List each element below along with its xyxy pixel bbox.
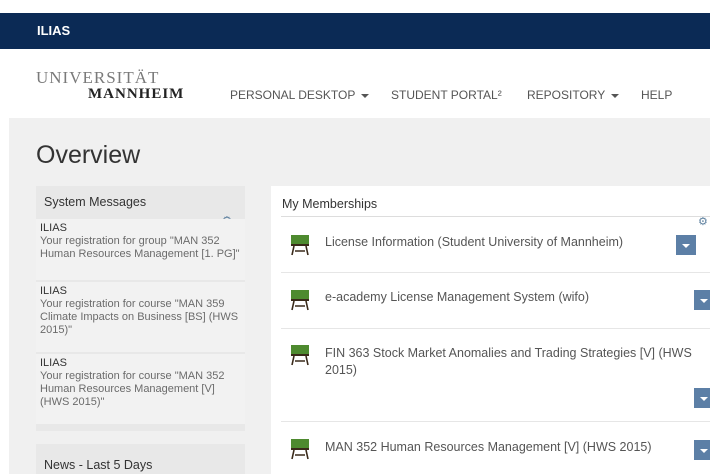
nav-label: HELP bbox=[641, 88, 673, 102]
brand-link[interactable]: ILIAS bbox=[37, 23, 70, 38]
main-content: Overview System Messages ⚙ ILIAS Your re… bbox=[9, 118, 710, 474]
university-logo[interactable]: UNIVERSITÄT MANNHEIM bbox=[36, 68, 206, 108]
message-text: Your registration for course "MAN 359 Cl… bbox=[40, 298, 239, 336]
nav-personal-desktop[interactable]: PERSONAL DESKTOP bbox=[230, 88, 370, 102]
nav-label: STUDENT PORTAL² bbox=[391, 88, 502, 102]
top-spacer bbox=[0, 0, 710, 13]
actions-dropdown-button[interactable] bbox=[694, 290, 710, 310]
nav-student-portal[interactable]: STUDENT PORTAL² bbox=[391, 88, 502, 102]
membership-item[interactable]: FIN 363 Stock Market Anomalies and Tradi… bbox=[281, 329, 710, 422]
caret-down-icon bbox=[361, 93, 370, 98]
memberships-title: My Memberships bbox=[282, 197, 378, 211]
nav-repository[interactable]: REPOSITORY bbox=[527, 88, 620, 102]
message-sender: ILIAS bbox=[40, 222, 67, 234]
system-message-item[interactable]: ILIAS Your registration for course "MAN … bbox=[36, 282, 245, 352]
nav-help[interactable]: HELP bbox=[641, 88, 672, 102]
membership-title[interactable]: e-academy License Management System (wif… bbox=[325, 289, 589, 306]
page-title: Overview bbox=[36, 141, 141, 169]
nav-label: PERSONAL DESKTOP bbox=[230, 88, 356, 102]
actions-dropdown-button[interactable] bbox=[694, 388, 710, 408]
system-messages-title: System Messages bbox=[44, 195, 147, 209]
caret-down-icon bbox=[611, 93, 620, 98]
message-text: Your registration for group "MAN 352 Hum… bbox=[40, 235, 240, 260]
news-panel: News - Last 5 Days bbox=[36, 444, 245, 474]
membership-item[interactable]: MAN 352 Human Resources Management [V] (… bbox=[281, 422, 710, 474]
membership-title[interactable]: MAN 352 Human Resources Management [V] (… bbox=[325, 439, 652, 456]
system-message-item[interactable]: ILIAS Your registration for course "MAN … bbox=[36, 354, 245, 424]
my-memberships-panel: My Memberships ⚙ License Information (St… bbox=[271, 186, 710, 474]
message-text: Your registration for course "MAN 352 Hu… bbox=[40, 370, 225, 408]
course-icon bbox=[291, 345, 309, 366]
course-icon bbox=[291, 290, 309, 311]
actions-dropdown-button[interactable] bbox=[676, 235, 696, 255]
logo-line-2: MANNHEIM bbox=[88, 86, 185, 102]
membership-title[interactable]: License Information (Student University … bbox=[325, 234, 623, 251]
membership-item[interactable]: e-academy License Management System (wif… bbox=[281, 273, 710, 329]
system-message-item[interactable]: ILIAS Your registration for group "MAN 3… bbox=[36, 219, 245, 280]
message-sender: ILIAS bbox=[40, 285, 67, 297]
membership-item[interactable]: License Information (Student University … bbox=[281, 217, 710, 273]
message-sender: ILIAS bbox=[40, 357, 67, 369]
actions-dropdown-button[interactable] bbox=[694, 440, 710, 460]
nav-label: REPOSITORY bbox=[527, 88, 606, 102]
header-bar: ILIAS bbox=[0, 13, 710, 49]
system-messages-panel: System Messages ⚙ ILIAS Your registratio… bbox=[36, 186, 245, 431]
course-icon bbox=[291, 235, 309, 256]
news-title: News - Last 5 Days bbox=[44, 458, 153, 472]
course-icon bbox=[291, 439, 309, 460]
membership-title[interactable]: FIN 363 Stock Market Anomalies and Tradi… bbox=[325, 345, 710, 379]
logo-line-1: UNIVERSITÄT bbox=[36, 68, 160, 87]
main-navigation: UNIVERSITÄT MANNHEIM PERSONAL DESKTOP ST… bbox=[0, 49, 710, 118]
